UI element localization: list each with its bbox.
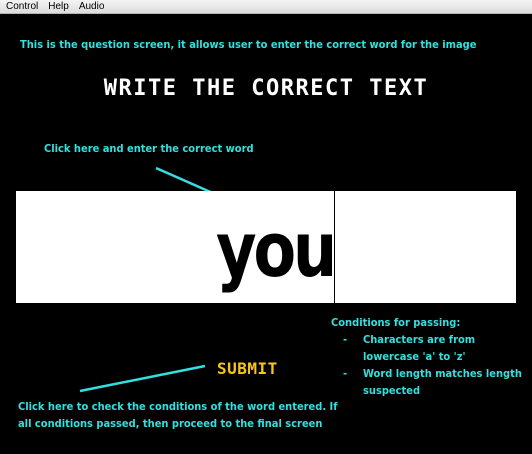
submit-button[interactable]: SUBMIT xyxy=(217,359,314,378)
submit-annotation: Click here to check the conditions of th… xyxy=(18,400,338,431)
menu-help[interactable]: Help xyxy=(48,0,69,13)
conditions-title: Conditions for passing: xyxy=(331,316,461,329)
conditions-list: Characters are from lowercase 'a' to 'z'… xyxy=(331,331,526,399)
menu-bar: Control Help Audio xyxy=(0,0,532,14)
condition-item: Word length matches length suspected xyxy=(331,365,526,399)
condition-item: Characters are from lowercase 'a' to 'z' xyxy=(331,331,526,365)
arrow-to-submit xyxy=(79,364,206,393)
word-input-value: you xyxy=(216,205,334,294)
input-annotation: Click here and enter the correct word xyxy=(44,142,254,155)
screen-title: WRITE THE CORRECT TEXT xyxy=(103,76,429,101)
text-cursor xyxy=(334,191,335,303)
top-annotation: This is the question screen, it allows u… xyxy=(20,38,477,51)
word-input[interactable]: you xyxy=(16,191,516,303)
conditions-annotation: Conditions for passing: Characters are f… xyxy=(331,314,526,399)
menu-control[interactable]: Control xyxy=(6,0,38,13)
menu-audio[interactable]: Audio xyxy=(79,0,105,13)
